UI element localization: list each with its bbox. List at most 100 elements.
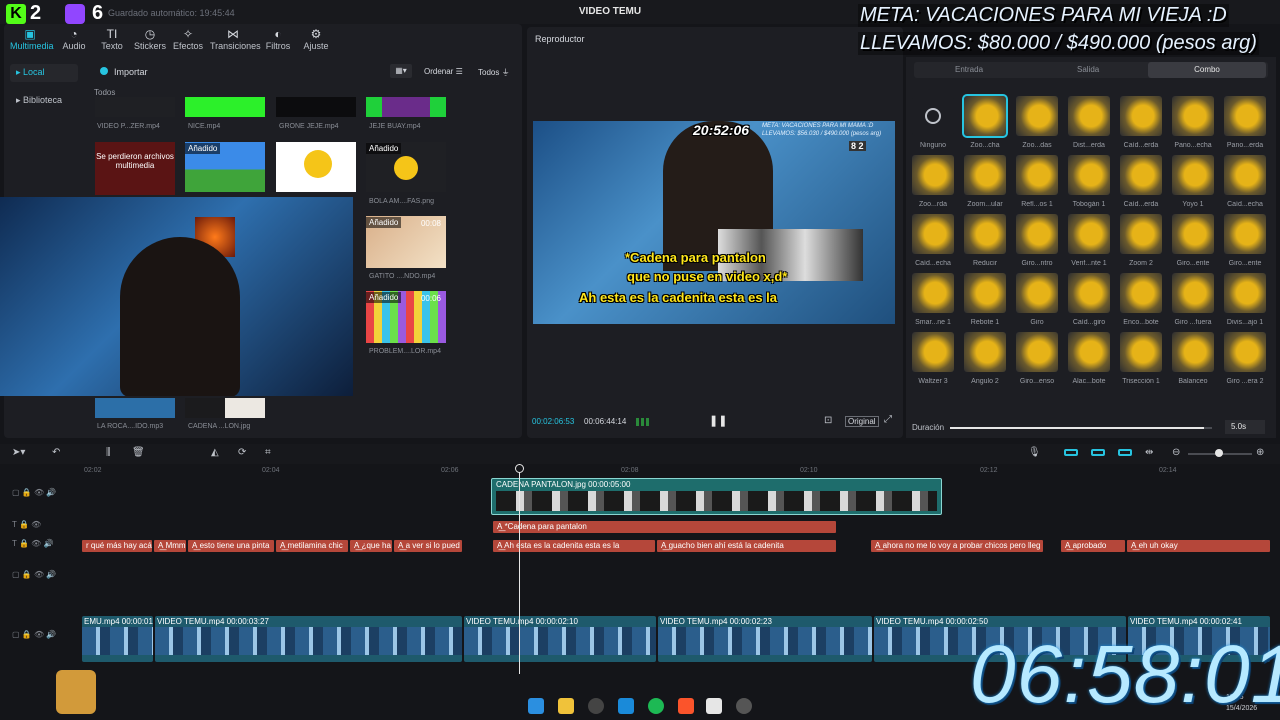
video-clip[interactable]: EMU.mp4 00:00:01:1 — [82, 616, 153, 662]
github-icon[interactable] — [588, 698, 604, 714]
sidebar-item-local[interactable]: ▸ Local — [10, 64, 78, 82]
sidebar-item-library[interactable]: ▸ Biblioteca — [10, 92, 68, 109]
effect-thumb[interactable] — [1068, 96, 1110, 136]
tab-salida[interactable]: Salida — [1077, 65, 1099, 74]
link-icon[interactable] — [1091, 449, 1105, 456]
effect-thumb[interactable] — [1016, 214, 1058, 254]
effect-thumb[interactable] — [1224, 273, 1266, 313]
preview-axis-icon[interactable] — [1118, 449, 1132, 456]
effect-thumb[interactable] — [964, 273, 1006, 313]
tab-text[interactable]: TI Texto — [92, 28, 132, 54]
microphone-icon[interactable]: 🎙 — [1028, 447, 1041, 458]
tab-audio[interactable]: ◔ Audio — [54, 28, 94, 54]
playhead[interactable] — [519, 464, 520, 674]
track-header-main[interactable]: ▢ 🔒 👁 🔊 — [0, 630, 82, 639]
effect-thumb[interactable] — [1120, 96, 1162, 136]
align-icon[interactable]: ⇹ — [1145, 447, 1153, 458]
effect-thumb[interactable] — [1068, 155, 1110, 195]
track-header-empty[interactable]: ▢ 🔒 👁 🔊 — [0, 570, 82, 579]
rotate-icon[interactable]: ⟳ — [238, 447, 246, 458]
text-clip[interactable]: A͟ guacho bien ahí está la cadenita — [657, 540, 836, 552]
text-clip[interactable]: A͟ ahora no me lo voy a probar chicos pe… — [871, 540, 1043, 552]
zoom-in-icon[interactable]: ⊕ — [1256, 447, 1264, 458]
track-header-text2[interactable]: T 🔒 👁 🔊 — [0, 539, 82, 548]
crop-icon[interactable]: ⌗ — [265, 447, 271, 458]
media-thumb[interactable] — [276, 142, 356, 192]
text-clip[interactable]: A͟ Mmm — [154, 540, 186, 552]
effect-thumb[interactable] — [1068, 214, 1110, 254]
effect-thumb[interactable] — [1172, 155, 1214, 195]
delete-icon[interactable]: 🗑 — [132, 447, 145, 458]
tab-adjust[interactable]: ⚙ Ajuste — [296, 28, 336, 54]
tab-transitions[interactable]: ⋈ Transiciones — [210, 28, 261, 54]
snap-icon[interactable] — [1064, 449, 1078, 456]
split-icon[interactable]: ⫼ — [106, 447, 111, 458]
media-thumb[interactable] — [276, 97, 356, 117]
brave-icon[interactable] — [678, 698, 694, 714]
select-tool-icon[interactable]: ➤▾ — [12, 447, 25, 458]
tab-multimedia[interactable]: ▣ Multimedia — [10, 28, 54, 54]
media-thumb[interactable]: Añadido — [185, 142, 265, 192]
effect-thumb[interactable] — [1224, 332, 1266, 372]
effect-thumb[interactable] — [1224, 214, 1266, 254]
effect-thumb[interactable] — [912, 332, 954, 372]
text-clip[interactable]: A͟ Ah esta es la cadenita esta es la — [493, 540, 655, 552]
tab-effects[interactable]: ✧ Efectos — [168, 28, 208, 54]
text-clip[interactable]: A͟ ¿que ha — [350, 540, 392, 552]
text-clip[interactable]: A͟ eh uh okay — [1127, 540, 1270, 552]
effect-thumb[interactable] — [1016, 332, 1058, 372]
undo-icon[interactable]: ↶ — [52, 447, 60, 458]
zoom-out-icon[interactable]: ⊖ — [1172, 447, 1180, 458]
media-thumb[interactable] — [185, 97, 265, 117]
media-thumb[interactable]: Añadido 00:06 — [366, 291, 446, 343]
missing-media-thumb[interactable]: Se perdieron archivos multimedia — [95, 142, 175, 195]
text-clip[interactable]: A͟ esto tiene una pinta — [188, 540, 274, 552]
effect-thumb[interactable] — [1172, 332, 1214, 372]
media-thumb[interactable]: Añadido — [366, 142, 446, 192]
duration-value[interactable]: 5.0s — [1225, 420, 1265, 434]
text-clip[interactable]: A͟ a ver si lo pued — [394, 540, 462, 552]
screenshot-icon[interactable]: ⊡ — [824, 415, 832, 426]
effect-thumb[interactable] — [912, 155, 954, 195]
app-icon[interactable] — [736, 698, 752, 714]
effect-thumb[interactable] — [1120, 155, 1162, 195]
playhead-handle[interactable] — [515, 464, 524, 473]
pause-button[interactable]: ❚❚ — [709, 414, 727, 427]
video-preview[interactable]: 20:52:06 META: VACACIONES PARA MI MAMA :… — [533, 121, 895, 324]
file-explorer-icon[interactable] — [558, 698, 574, 714]
effect-none-thumb[interactable] — [912, 96, 954, 136]
text-clip[interactable]: A͟ aprobado — [1061, 540, 1125, 552]
effect-thumb[interactable] — [964, 214, 1006, 254]
effect-thumb[interactable] — [964, 155, 1006, 195]
effect-thumb[interactable] — [1068, 273, 1110, 313]
effect-thumb[interactable] — [1172, 273, 1214, 313]
video-clip[interactable]: VIDEO TEMU.mp4 00:00:03:27 — [155, 616, 462, 662]
filter-button[interactable]: Todos ⏚ — [478, 67, 510, 78]
editor-icon[interactable] — [706, 698, 722, 714]
track-header-text1[interactable]: T 🔒 👁 — [0, 520, 82, 529]
effect-thumb[interactable] — [1224, 96, 1266, 136]
tab-combo[interactable]: Combo — [1148, 62, 1266, 78]
windows-start-icon[interactable] — [528, 698, 544, 714]
text-clip[interactable]: r qué más hay acá.. — [82, 540, 152, 552]
tab-entrada[interactable]: Entrada — [955, 65, 983, 74]
effect-thumb[interactable] — [1120, 214, 1162, 254]
effect-thumb[interactable] — [1224, 155, 1266, 195]
effect-thumb[interactable] — [912, 273, 954, 313]
effect-thumb[interactable] — [1016, 273, 1058, 313]
sort-button[interactable]: Ordenar ☰ — [424, 67, 463, 76]
effect-thumb[interactable] — [964, 332, 1006, 372]
capcut-icon[interactable] — [618, 698, 634, 714]
image-clip[interactable]: CADENA PANTALON.jpg 00:00:05:00 — [491, 478, 942, 515]
video-clip[interactable]: VIDEO TEMU.mp4 00:00:02:23 — [658, 616, 872, 662]
effect-thumb[interactable] — [1016, 96, 1058, 136]
media-thumb[interactable] — [95, 398, 175, 418]
text-clip[interactable]: A͟ *Cadena para pantalon — [493, 521, 836, 533]
view-toggle-icon[interactable]: ▦▾ — [390, 64, 412, 78]
media-thumb[interactable]: Añadido 00:08 — [366, 216, 446, 268]
zoom-slider-handle[interactable] — [1215, 449, 1223, 457]
effect-thumb[interactable] — [1172, 214, 1214, 254]
tab-stickers[interactable]: ◷ Stickers — [130, 28, 170, 54]
track-header-overlay[interactable]: ▢ 🔒 👁 🔊 — [0, 488, 82, 497]
video-clip[interactable]: VIDEO TEMU.mp4 00:00:02:10 — [464, 616, 656, 662]
